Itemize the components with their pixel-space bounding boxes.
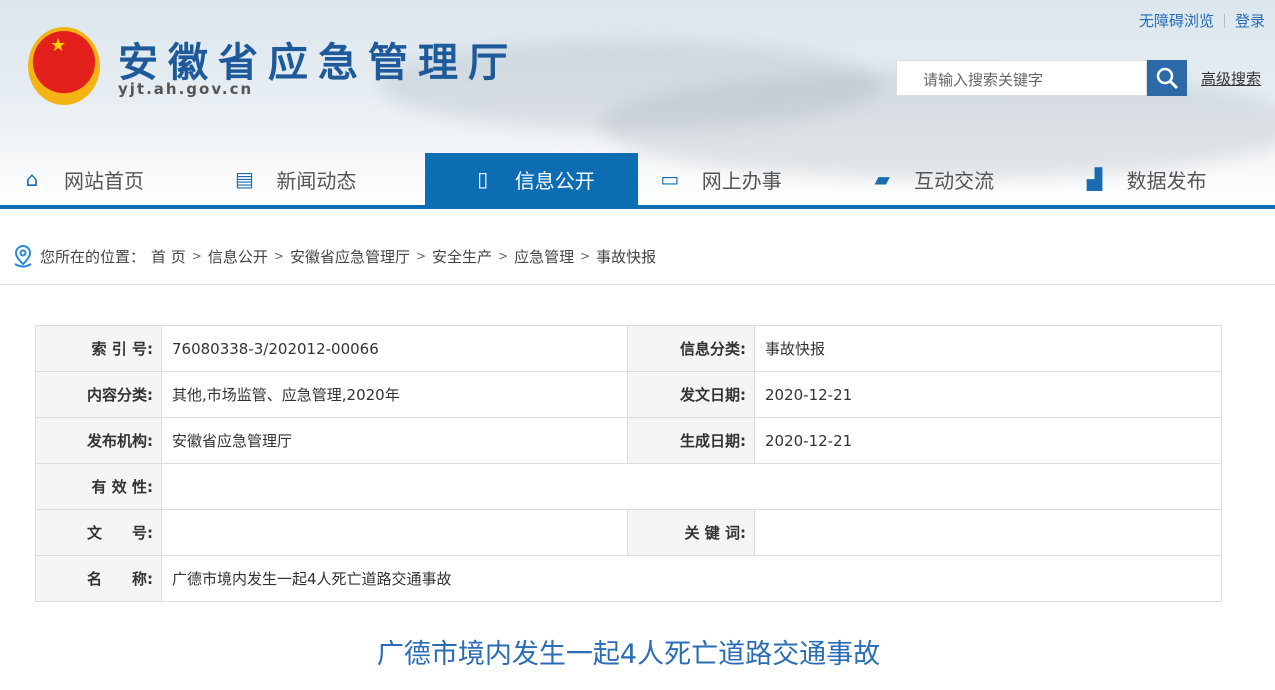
- table-row: 名 称: 广德市境内发生一起4人死亡道路交通事故: [35, 555, 1222, 602]
- nav-label: 信息公开: [514, 168, 595, 193]
- advanced-search-link[interactable]: 高级搜索: [1201, 68, 1261, 89]
- monitor-icon: ▭: [660, 167, 680, 191]
- site-url: yjt.ah.gov.cn: [118, 80, 254, 98]
- location-pin-icon: [14, 244, 32, 268]
- divider: [1223, 13, 1225, 28]
- nav-label: 网上办事: [701, 168, 782, 193]
- gen-date-value: 2020-12-21: [754, 417, 1222, 464]
- nav-data[interactable]: ▟ 数据发布: [1063, 153, 1275, 205]
- nav-interaction[interactable]: ▰ 互动交流: [850, 153, 1062, 205]
- news-icon: ▤: [234, 167, 254, 191]
- breadcrumb-item[interactable]: 安全生产: [432, 246, 492, 267]
- index-label: 索 引 号:: [35, 325, 162, 372]
- name-label: 名 称:: [35, 555, 162, 602]
- document-icon: ▯: [477, 167, 489, 191]
- nav-news[interactable]: ▤ 新闻动态: [212, 153, 424, 205]
- breadcrumb-prefix: 您所在的位置：: [40, 247, 146, 266]
- nav-home[interactable]: ⌂ 网站首页: [0, 153, 212, 205]
- breadcrumb-item[interactable]: 应急管理: [514, 246, 574, 267]
- nav-label: 网站首页: [64, 168, 144, 193]
- breadcrumb-separator: >: [415, 249, 427, 263]
- metadata-table: 索 引 号: 76080338-3/202012-00066 信息分类: 事故快报 内…: [35, 325, 1222, 602]
- nav-online-service[interactable]: ▭ 网上办事: [638, 153, 850, 205]
- category-label: 信息分类:: [627, 325, 755, 372]
- keywords-value: [754, 509, 1222, 556]
- org-value: 安徽省应急管理厅: [161, 417, 628, 464]
- table-row: 内容分类: 其他,市场监管、应急管理,2020年 发文日期: 2020-12-21: [35, 371, 1222, 418]
- nav-underline: [0, 205, 1275, 209]
- article-title: 广德市境内发生一起4人死亡道路交通事故: [376, 639, 881, 670]
- divider: [0, 284, 1275, 285]
- site-header: ★ 安徽省应急管理厅 yjt.ah.gov.cn 无障碍浏览 登录 请输入搜索关…: [0, 0, 1275, 205]
- nav-label: 新闻动态: [276, 168, 357, 193]
- login-link[interactable]: 登录: [1235, 10, 1265, 31]
- home-icon: ⌂: [25, 167, 39, 191]
- category-value: 事故快报: [754, 325, 1222, 372]
- doc-no-label: 文 号:: [35, 509, 162, 556]
- breadcrumb-separator: >: [498, 249, 509, 263]
- breadcrumb-separator: >: [273, 249, 284, 263]
- table-row: 发布机构: 安徽省应急管理厅 生成日期: 2020-12-21: [35, 417, 1222, 464]
- validity-label: 有 效 性:: [35, 463, 162, 510]
- content-label: 内容分类:: [35, 371, 162, 418]
- table-row: 文 号: 关 键 词:: [35, 509, 1222, 556]
- breadcrumb-item[interactable]: 信息公开: [208, 246, 268, 267]
- keywords-label: 关 键 词:: [627, 509, 755, 556]
- chat-icon: ▰: [874, 167, 890, 191]
- name-value: 广德市境内发生一起4人死亡道路交通事故: [161, 555, 1222, 602]
- breadcrumb-separator: >: [191, 249, 202, 263]
- nav-info-public[interactable]: ▯ 信息公开: [424, 153, 638, 205]
- national-emblem-logo: ★: [28, 27, 100, 105]
- org-label: 发布机构:: [35, 417, 162, 464]
- main-nav: ⌂ 网站首页 ▤ 新闻动态 ▯ 信息公开 ▭ 网上办事 ▰ 互动交流 ▟ 数据发布: [0, 153, 1275, 205]
- nav-label: 互动交流: [914, 168, 995, 193]
- index-value: 76080338-3/202012-00066: [161, 325, 628, 372]
- breadcrumb-separator: >: [580, 249, 591, 263]
- validity-value: [161, 463, 1222, 510]
- gen-date-label: 生成日期:: [627, 417, 755, 464]
- issue-date-value: 2020-12-21: [754, 371, 1222, 418]
- breadcrumb-home[interactable]: 首 页: [151, 246, 186, 267]
- doc-no-value: [161, 509, 628, 556]
- table-row: 有 效 性:: [35, 463, 1222, 510]
- search-input[interactable]: 请输入搜索关键字: [896, 60, 1147, 96]
- search-button[interactable]: [1147, 60, 1187, 96]
- nav-label: 数据发布: [1126, 168, 1207, 193]
- breadcrumb-item[interactable]: 事故快报: [596, 246, 656, 267]
- chart-icon: ▟: [1086, 167, 1103, 191]
- breadcrumb: 您所在的位置： 首 页 > 信息公开 > 安徽省应急管理厅 > 安全生产 > 应急管理 >…: [12, 244, 656, 268]
- table-row: 索 引 号: 76080338-3/202012-00066 信息分类: 事故快报: [35, 325, 1222, 372]
- accessibility-link[interactable]: 无障碍浏览: [1139, 10, 1214, 31]
- issue-date-label: 发文日期:: [627, 371, 755, 418]
- breadcrumb-item[interactable]: 安徽省应急管理厅: [290, 246, 410, 267]
- search-icon: [1156, 67, 1179, 90]
- content-value: 其他,市场监管、应急管理,2020年: [161, 371, 628, 418]
